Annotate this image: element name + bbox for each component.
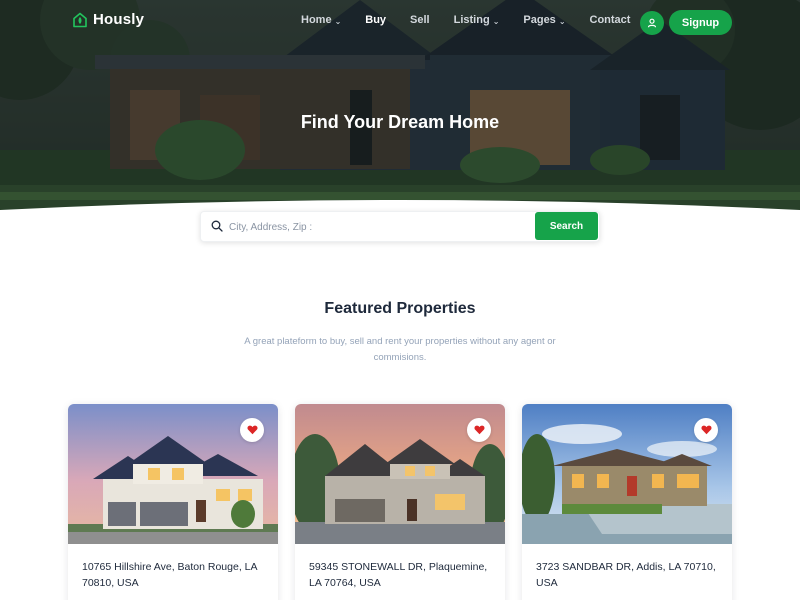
chevron-down-icon: ⌄ — [558, 16, 566, 26]
property-card[interactable]: 10765 Hillshire Ave, Baton Rouge, LA 708… — [68, 404, 278, 600]
nav-item-listing[interactable]: Listing ⌄ — [454, 14, 500, 26]
section-subtitle: A great plateform to buy, sell and rent … — [244, 336, 556, 363]
nav-menu: Home ⌄ Buy Sell Listing ⌄ Pages ⌄ Contac… — [301, 14, 654, 26]
nav-item-contact[interactable]: Contact — [590, 14, 631, 26]
top-navbar: Hously Home ⌄ Buy Sell Listing ⌄ Pages ⌄… — [0, 0, 800, 44]
nav-label: Buy — [365, 14, 387, 26]
nav-label: Contact — [589, 14, 631, 26]
property-address: 10765 Hillshire Ave, Baton Rouge, LA 708… — [82, 561, 257, 589]
chevron-down-icon: ⌄ — [492, 16, 500, 26]
nav-item-sell[interactable]: Sell — [410, 14, 430, 26]
chevron-down-icon: ⌄ — [334, 16, 342, 26]
search-button[interactable]: Search — [535, 212, 598, 240]
heart-icon — [473, 425, 485, 435]
nav-item-home[interactable]: Home ⌄ — [301, 14, 341, 26]
nav-label: Listing — [453, 14, 490, 26]
user-icon — [647, 18, 657, 28]
search-input[interactable] — [229, 218, 519, 236]
nav-label: Sell — [410, 14, 430, 26]
brand-name: Hously — [93, 11, 145, 28]
property-card[interactable]: 59345 STONEWALL DR, Plaquemine, LA 70764… — [295, 404, 505, 600]
section-title: Featured Properties — [324, 300, 476, 317]
property-card[interactable]: 3723 SANDBAR DR, Addis, LA 70710, USA — [522, 404, 732, 600]
favorite-button[interactable] — [467, 418, 491, 442]
nav-item-buy[interactable]: Buy — [365, 14, 386, 26]
heart-icon — [246, 425, 258, 435]
brand-logo[interactable]: Hously — [72, 11, 144, 28]
nav-label: Home — [301, 14, 332, 26]
favorite-button[interactable] — [694, 418, 718, 442]
nav-item-pages[interactable]: Pages ⌄ — [523, 14, 565, 26]
property-address: 3723 SANDBAR DR, Addis, LA 70710, USA — [536, 561, 716, 589]
nav-label: Pages — [523, 14, 556, 26]
favorite-button[interactable] — [240, 418, 264, 442]
house-logo-icon — [73, 12, 87, 27]
property-address: 59345 STONEWALL DR, Plaquemine, LA 70764… — [309, 561, 488, 589]
signup-button[interactable]: Signup — [669, 10, 732, 35]
search-icon — [211, 220, 223, 232]
profile-button[interactable] — [640, 11, 664, 35]
heart-icon — [700, 425, 712, 435]
hero-title: Find Your Dream Home — [300, 112, 500, 132]
